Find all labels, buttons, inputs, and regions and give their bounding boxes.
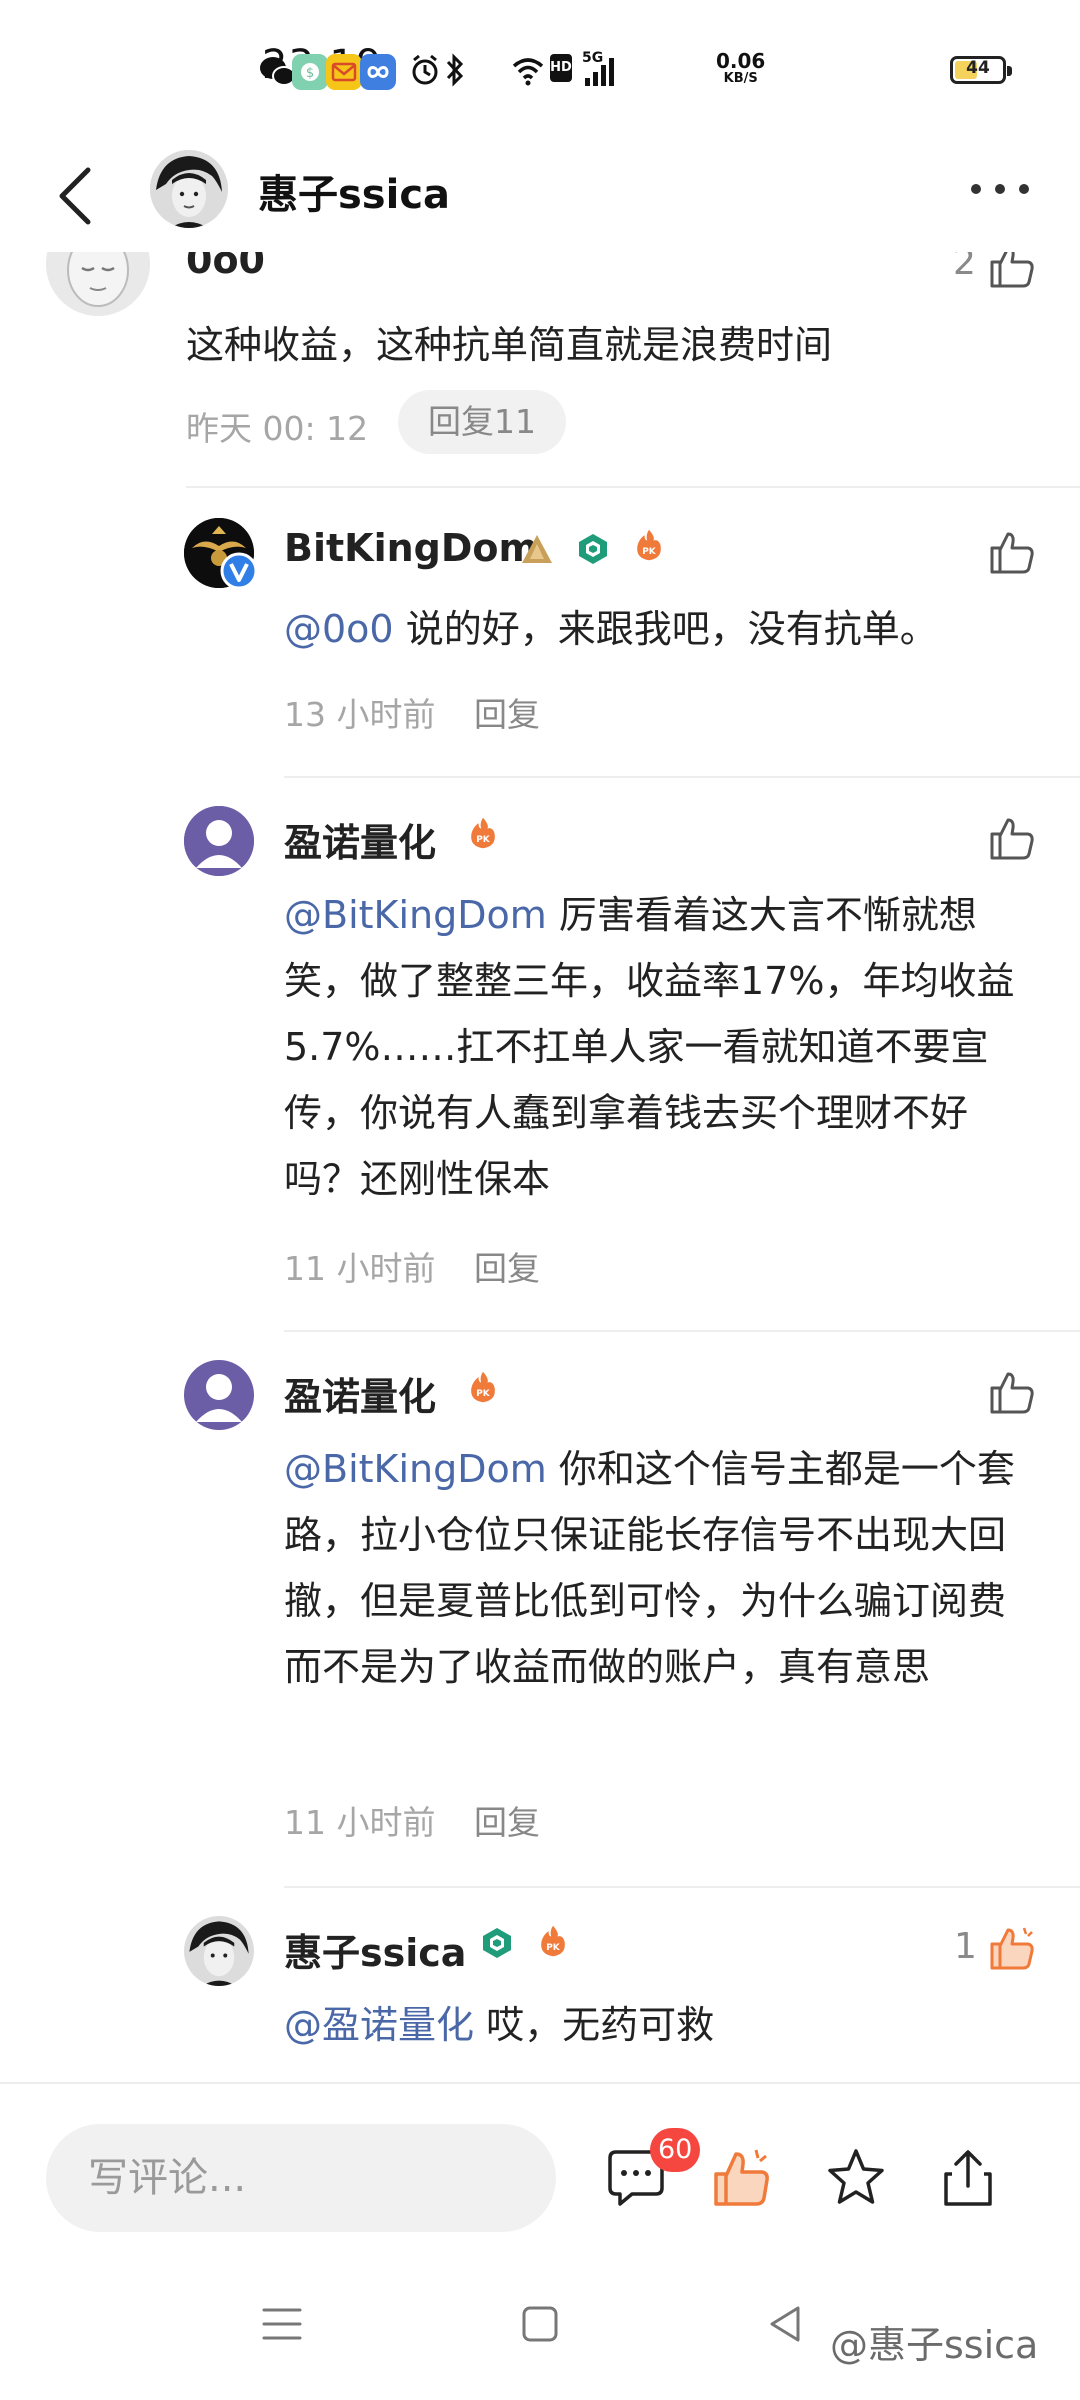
home-square-icon[interactable] [512, 2296, 568, 2352]
reply-body: 厉害看着这大言不惭就想笑，做了整整三年，收益率17%，年均收益5.7%……扛不扛… [284, 893, 1015, 1201]
money-app-icon: $ [292, 54, 328, 90]
svg-text:$: $ [306, 66, 314, 81]
comment-avatar[interactable] [46, 252, 150, 316]
like-count: 2 [953, 252, 976, 283]
bottom-action-bar: 写评论... 60 [0, 2082, 1080, 2254]
header-avatar[interactable] [150, 150, 228, 228]
reply-time: 11 小时前 [284, 1249, 436, 1288]
reply-avatar[interactable] [184, 1916, 254, 1986]
more-options-icon[interactable] [968, 174, 1032, 204]
signal-icon [585, 58, 614, 86]
divider [284, 776, 1080, 778]
comment-username[interactable]: 0o0 [186, 252, 265, 282]
share-icon[interactable] [936, 2146, 1000, 2210]
pk-flame-icon: PK [541, 1925, 565, 1957]
reply-button[interactable]: 回复 [474, 688, 540, 736]
like-count: 1 [954, 1926, 977, 1967]
reply-username[interactable]: BitKingDom [284, 526, 538, 570]
reply-text: @BitKingDom 厉害看着这大言不惭就想笑，做了整整三年，收益率17%，年… [284, 882, 1034, 1212]
reply-username[interactable]: 惠子ssica [284, 1922, 466, 1977]
header: 惠子ssica [0, 140, 1080, 252]
svg-text:PK: PK [476, 1389, 491, 1399]
comment-feed[interactable]: 0o0 2 这种收益，这种抗单简直就是浪费时间 昨天 00: 12 回复11 B… [0, 252, 1080, 2082]
verified-icon [220, 552, 258, 590]
battery-level: 44 [966, 58, 990, 78]
back-arrow-icon[interactable] [50, 164, 110, 228]
thumbs-up-liked-icon[interactable] [988, 1924, 1036, 1972]
thumbs-up-liked-icon[interactable] [710, 2146, 774, 2210]
mail-app-icon [326, 54, 362, 90]
battery-icon: 44 [950, 56, 1012, 84]
reply-username[interactable]: 盈诺量化 [284, 1366, 436, 1421]
pk-flame-icon: PK [471, 1371, 495, 1403]
comment-text: 这种收益，这种抗单简直就是浪费时间 [186, 312, 1046, 378]
reply-button[interactable]: 回复 [474, 1242, 540, 1290]
header-title: 惠子ssica [258, 172, 451, 218]
comment-input[interactable]: 写评论... [46, 2124, 556, 2232]
star-icon[interactable] [824, 2146, 888, 2210]
reply-text: @盈诺量化 哎，无药可救 [284, 1992, 1024, 2058]
level-hexagon-icon [579, 534, 607, 564]
mention-link[interactable]: @BitKingDom [284, 893, 547, 937]
svg-text:PK: PK [546, 1943, 561, 1953]
comment-count-badge: 60 [650, 2128, 701, 2172]
rank-triangle-icon [522, 535, 552, 563]
hd-icon: HD [550, 54, 572, 82]
pk-flame-icon: PK [471, 817, 495, 849]
divider [284, 1330, 1080, 1332]
watermark: @惠子ssica [830, 2323, 1039, 2367]
alarm-icon [412, 54, 438, 85]
menu-icon[interactable] [254, 2296, 310, 2352]
bluetooth-icon [446, 53, 464, 87]
divider [284, 1886, 1080, 1888]
reply-text: @BitKingDom 你和这个信号主都是一个套路，拉小仓位只保证能长存信号不出… [284, 1436, 1034, 1700]
pk-flame-icon: PK [637, 529, 661, 561]
mention-link[interactable]: @盈诺量化 [284, 2003, 474, 2047]
wifi-icon [512, 58, 544, 86]
comment-time: 昨天 00: 12 [186, 409, 369, 448]
reply-body: 说的好，来跟我吧，没有抗单。 [393, 607, 938, 651]
reply-avatar[interactable] [184, 1360, 254, 1430]
reply-count-button[interactable]: 回复11 [398, 390, 566, 454]
thumbs-up-icon[interactable] [988, 1368, 1036, 1416]
thumbs-up-icon[interactable] [988, 252, 1036, 290]
status-bar: 23:19 $ 0.06 KB/S HD 5G 44 [0, 0, 1080, 140]
reply-body: 哎，无药可救 [474, 2003, 715, 2047]
reply-button[interactable]: 回复 [474, 1796, 540, 1844]
thumbs-up-icon[interactable] [988, 814, 1036, 862]
reply-time: 11 小时前 [284, 1803, 436, 1842]
infinity-app-icon [360, 54, 396, 90]
net-speed: 0.06 KB/S [716, 49, 766, 88]
reply-text: @0o0 说的好，来跟我吧，没有抗单。 [284, 596, 1024, 662]
reply-username[interactable]: 盈诺量化 [284, 812, 436, 867]
net-speed-value: 0.06 [716, 49, 766, 73]
back-triangle-icon[interactable] [758, 2296, 814, 2352]
mention-link[interactable]: @BitKingDom [284, 1447, 547, 1491]
svg-text:PK: PK [476, 835, 491, 845]
divider [186, 486, 1080, 488]
thumbs-up-icon[interactable] [988, 528, 1036, 576]
reply-time: 13 小时前 [284, 695, 436, 734]
comment-body: 这种收益，这种抗单简直就是浪费时间 [186, 323, 833, 367]
svg-text:PK: PK [642, 547, 657, 557]
mention-link[interactable]: @0o0 [284, 607, 394, 651]
system-nav-bar: @惠子ssica [0, 2254, 1080, 2400]
reply-avatar[interactable] [184, 806, 254, 876]
level-hexagon-icon [483, 1928, 511, 1958]
